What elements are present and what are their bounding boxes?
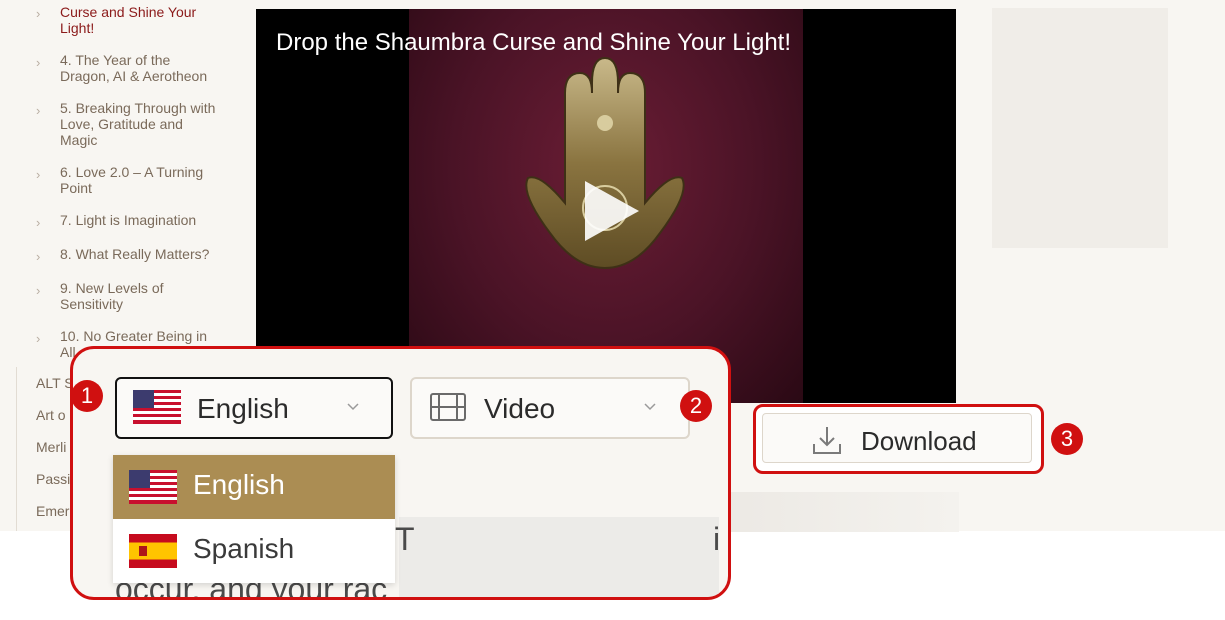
chevron-down-icon	[644, 403, 656, 411]
sidebar-item-label: 4. The Year of the Dragon, AI & Aerotheo…	[60, 52, 208, 84]
chevron-right-icon: ›	[36, 55, 41, 70]
content-placeholder	[720, 492, 959, 532]
background-text: T	[395, 521, 415, 557]
video-title: Drop the Shaumbra Curse and Shine Your L…	[276, 29, 792, 56]
language-option-english[interactable]: English	[113, 455, 395, 519]
sidebar-item-label: 5. Breaking Through with Love, Gratitude…	[60, 100, 216, 148]
format-select-value: Video	[484, 393, 556, 424]
sidebar-subitem[interactable]: Emer	[36, 503, 69, 519]
chevron-right-icon: ›	[36, 6, 41, 21]
background-text: i	[713, 521, 721, 557]
sidebar-subitem[interactable]: ALT S	[36, 375, 74, 391]
annotation-badge-3: 3	[1051, 423, 1083, 455]
sidebar-divider	[16, 367, 17, 531]
sidebar-subitem[interactable]: Merli	[36, 439, 66, 455]
sidebar-ad-placeholder	[992, 8, 1168, 248]
sidebar-subitem[interactable]: Passi	[36, 471, 70, 487]
chevron-right-icon: ›	[36, 103, 41, 118]
download-icon	[813, 427, 841, 454]
language-dropdown-menu: English Spanish	[113, 455, 395, 583]
video-player[interactable]: Drop the Shaumbra Curse and Shine Your L…	[256, 9, 956, 403]
sidebar-item-label: 6. Love 2.0 – A Turning Point	[60, 164, 204, 196]
chevron-right-icon: ›	[36, 283, 41, 298]
chevron-right-icon: ›	[36, 215, 41, 230]
sidebar-item-label: 9. New Levels of Sensitivity	[60, 280, 164, 312]
download-label: Download	[861, 426, 977, 456]
language-select[interactable]: English	[115, 377, 393, 439]
language-option-spanish[interactable]: Spanish	[113, 519, 395, 583]
chevron-right-icon: ›	[36, 249, 41, 264]
film-icon	[430, 393, 466, 421]
language-select-value: English	[197, 393, 289, 424]
sidebar-item-label: 7. Light is Imagination	[60, 212, 197, 228]
format-select[interactable]: Video	[410, 377, 690, 439]
zoom-callout: T i occur, and your rac English Video En…	[70, 346, 731, 600]
chevron-right-icon: ›	[36, 331, 41, 346]
chevron-right-icon: ›	[36, 167, 41, 182]
sidebar-item-label: 8. What Really Matters?	[60, 246, 210, 262]
annotation-badge-2: 2	[680, 390, 712, 422]
blurred-content	[399, 517, 719, 597]
annotation-badge-1: 1	[71, 380, 103, 412]
chevron-down-icon	[347, 403, 359, 411]
us-flag-icon	[133, 390, 181, 424]
option-label: Spanish	[193, 533, 295, 564]
download-button[interactable]: Download	[753, 404, 1044, 474]
sidebar-subitem[interactable]: Art o	[36, 407, 66, 423]
es-flag-icon	[129, 534, 177, 568]
sidebar-item-label: Curse and Shine Your Light!	[60, 4, 197, 36]
option-label: English	[193, 469, 285, 500]
play-icon[interactable]	[581, 179, 641, 243]
us-flag-icon	[129, 470, 177, 504]
download-button-inner: Download	[762, 413, 1032, 463]
